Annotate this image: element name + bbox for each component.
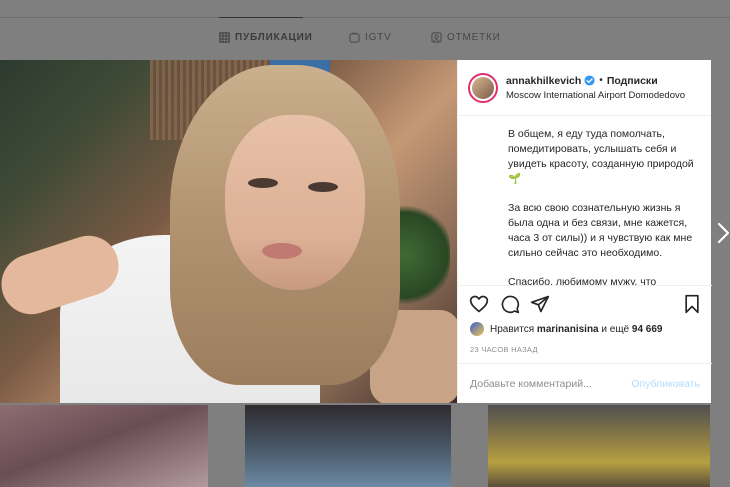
following-button[interactable]: Подписки (607, 75, 658, 87)
post-caption: В общем, я еду туда помолчать, помедитир… (458, 117, 712, 285)
post-actions (458, 285, 712, 319)
likes-middle: и ещё (601, 323, 630, 335)
tabs-divider (0, 17, 730, 18)
comment-bar: Опубликовать (458, 363, 712, 403)
active-tab-indicator (219, 17, 303, 18)
liker-avatar (470, 322, 484, 336)
verified-badge-icon (584, 75, 595, 86)
caption-paragraph: За всю свою сознательную жизнь я была од… (508, 202, 693, 259)
profile-tabs: ПУБЛИКАЦИИ IGTV ОТМЕТКИ (0, 32, 730, 48)
post-timestamp: 23 ЧАСОВ НАЗАД (470, 345, 538, 354)
post-sidebar: annakhilkevich • Подписки Moscow Interna… (457, 60, 712, 403)
tag-icon (431, 32, 442, 43)
grid-thumbnail[interactable] (0, 405, 208, 487)
post-photo[interactable] (0, 60, 457, 403)
likes-count[interactable]: 94 669 (632, 324, 663, 335)
location-link[interactable]: Moscow International Airport Domodedovo (506, 90, 685, 101)
tab-igtv-label: IGTV (365, 32, 392, 43)
likes-prefix: Нравится (490, 323, 535, 335)
caption-paragraph: Спасибо, любимому мужу, что... (508, 276, 657, 285)
photo-eye (308, 182, 338, 192)
heart-icon[interactable] (469, 294, 489, 314)
liker-username[interactable]: marinanisina (537, 324, 599, 335)
username-link[interactable]: annakhilkevich (506, 75, 581, 87)
bookmark-icon[interactable] (682, 294, 702, 314)
share-icon[interactable] (530, 294, 550, 314)
tab-publications-label: ПУБЛИКАЦИИ (235, 32, 313, 43)
photo-eye (248, 178, 278, 188)
caption-paragraph: В общем, я еду туда помолчать, помедитир… (508, 128, 694, 185)
grid-thumbnail[interactable] (488, 405, 710, 487)
comment-icon[interactable] (500, 294, 520, 314)
post-modal: annakhilkevich • Подписки Moscow Interna… (0, 60, 712, 403)
post-header: annakhilkevich • Подписки Moscow Interna… (458, 60, 711, 116)
photo-lips (262, 243, 302, 259)
photo-face (225, 115, 365, 290)
comment-input[interactable] (470, 377, 620, 390)
tab-igtv[interactable]: IGTV (349, 32, 392, 43)
grid-thumbnail[interactable] (245, 405, 451, 487)
tab-tagged-label: ОТМЕТКИ (447, 32, 501, 43)
igtv-icon (349, 32, 360, 43)
publish-button[interactable]: Опубликовать (631, 378, 700, 390)
likes-summary[interactable]: Нравится marinanisina и ещё 94 669 (470, 322, 663, 336)
grid-icon (219, 32, 230, 43)
avatar[interactable] (468, 72, 498, 103)
separator-dot: • (599, 75, 603, 86)
tab-tagged[interactable]: ОТМЕТКИ (431, 32, 501, 43)
tab-publications[interactable]: ПУБЛИКАЦИИ (219, 32, 313, 43)
next-post-arrow-icon[interactable] (716, 222, 730, 244)
